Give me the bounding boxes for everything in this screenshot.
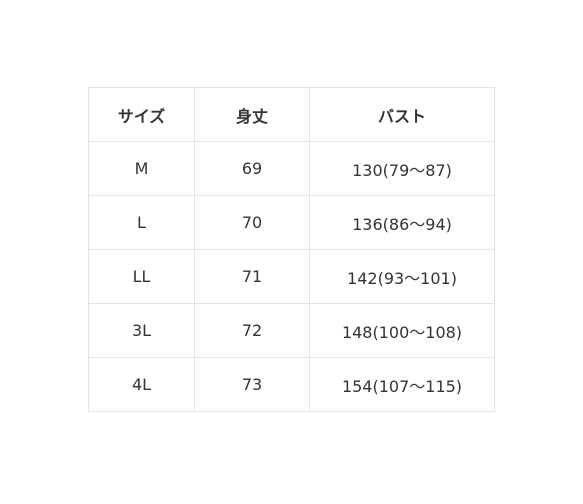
size-chart-table: サイズ 身丈 バスト M 69 130(79〜87) L 70 136(86〜9… xyxy=(88,87,495,412)
header-size: サイズ xyxy=(88,87,195,142)
header-row: サイズ 身丈 バスト xyxy=(88,87,495,142)
cell-length: 73 xyxy=(194,357,310,412)
cell-length: 70 xyxy=(194,195,310,250)
table-body: M 69 130(79〜87) L 70 136(86〜94) LL 71 14… xyxy=(88,141,495,412)
cell-length: 69 xyxy=(194,141,310,196)
header-bust: バスト xyxy=(309,87,495,142)
cell-bust: 154(107〜115) xyxy=(309,357,495,412)
cell-size: 3L xyxy=(88,303,195,358)
table-row: 4L 73 154(107〜115) xyxy=(88,357,495,412)
cell-size: LL xyxy=(88,249,195,304)
table-row: M 69 130(79〜87) xyxy=(88,141,495,196)
header-length: 身丈 xyxy=(194,87,310,142)
table-row: L 70 136(86〜94) xyxy=(88,195,495,250)
cell-size: L xyxy=(88,195,195,250)
cell-bust: 130(79〜87) xyxy=(309,141,495,196)
cell-size: 4L xyxy=(88,357,195,412)
table-header: サイズ 身丈 バスト xyxy=(88,87,495,142)
cell-bust: 136(86〜94) xyxy=(309,195,495,250)
cell-bust: 148(100〜108) xyxy=(309,303,495,358)
cell-length: 71 xyxy=(194,249,310,304)
cell-bust: 142(93〜101) xyxy=(309,249,495,304)
cell-size: M xyxy=(88,141,195,196)
cell-length: 72 xyxy=(194,303,310,358)
table-row: LL 71 142(93〜101) xyxy=(88,249,495,304)
table-row: 3L 72 148(100〜108) xyxy=(88,303,495,358)
